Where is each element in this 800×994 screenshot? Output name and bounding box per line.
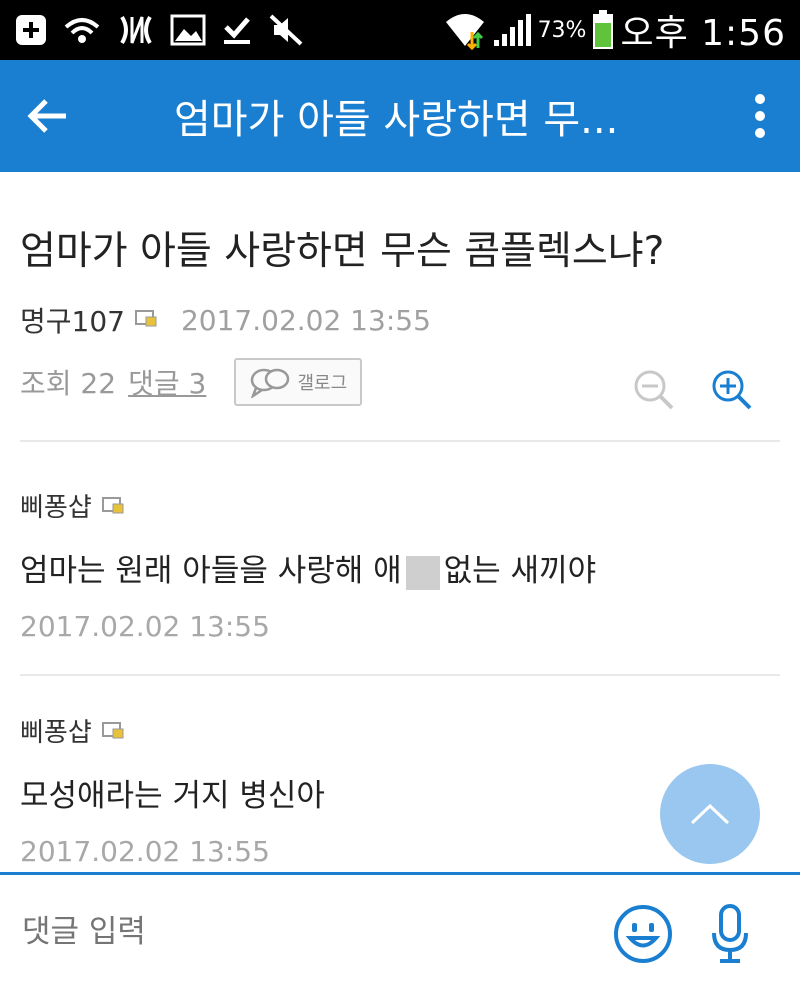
- download-done-icon: [220, 13, 254, 47]
- censored-blur: [405, 555, 440, 590]
- zoom-in-icon: [712, 370, 752, 410]
- comment-date: 2017.02.02 13:55: [20, 835, 270, 868]
- member-badge-icon: [134, 309, 157, 331]
- battery-percent: 73%: [537, 17, 587, 43]
- nfc-icon: [116, 13, 156, 47]
- comment-author[interactable]: 삐퐁샵: [20, 712, 148, 749]
- post-author-row: 명구107 2017.02.02 13:55: [20, 300, 431, 340]
- comment-author[interactable]: 삐퐁샵: [20, 487, 148, 524]
- back-button[interactable]: [0, 60, 96, 172]
- signal-icon: [492, 12, 532, 48]
- comment-author-name: 삐퐁샵: [20, 493, 92, 523]
- comment-text: 모성애라는 거지 병신아: [20, 778, 325, 814]
- member-badge-icon: [101, 491, 124, 521]
- comment-text: 엄마는 원래 아들을 사랑해 애 없는 새끼야: [20, 545, 596, 590]
- arrow-left-icon: [27, 99, 66, 133]
- divider: [20, 440, 780, 442]
- gallog-label: 갤로그: [297, 373, 348, 394]
- more-vert-icon: [755, 94, 765, 138]
- mute-icon: [268, 13, 304, 47]
- zoom-out-button[interactable]: [632, 368, 676, 416]
- page-title: 엄마가 아들 사랑하면 무...: [174, 97, 619, 143]
- zoom-in-button[interactable]: [710, 368, 754, 416]
- post-date: 2017.02.02 13:55: [180, 303, 431, 337]
- comment-text-part: 없는 새끼야: [443, 553, 597, 589]
- status-bar: 73% 오후 1:56: [0, 0, 800, 60]
- comment-input[interactable]: [20, 913, 584, 951]
- microphone-icon: [712, 904, 748, 963]
- voice-input-button[interactable]: [708, 903, 752, 969]
- chat-bubbles-icon: [251, 368, 290, 398]
- member-badge-icon: [101, 716, 124, 746]
- comment-date: 2017.02.02 13:55: [20, 610, 270, 643]
- smiley-icon: [614, 905, 672, 963]
- comment-count-link[interactable]: 댓글 3: [128, 362, 206, 402]
- emoji-button[interactable]: [612, 903, 674, 969]
- battery-icon: [592, 10, 614, 50]
- post-author[interactable]: 명구107: [20, 300, 125, 340]
- wifi-icon: [444, 10, 486, 50]
- overflow-menu-button[interactable]: [720, 60, 800, 172]
- clock: 오후 1:56: [620, 13, 786, 54]
- post-title: 엄마가 아들 사랑하면 무슨 콤플렉스냐?: [20, 229, 665, 274]
- view-count: 조회 22: [20, 367, 117, 400]
- comment-text-part: 엄마는 원래 아들을 사랑해 애: [20, 553, 402, 589]
- comment-input-bar: [0, 872, 800, 994]
- chevron-up-icon: [690, 803, 730, 825]
- app-bar: 엄마가 아들 사랑하면 무...: [0, 60, 800, 172]
- add-icon: [14, 13, 48, 47]
- comment-author-name: 삐퐁샵: [20, 718, 92, 748]
- zoom-out-icon: [634, 370, 674, 410]
- divider: [20, 674, 780, 676]
- gallog-button[interactable]: 갤로그: [234, 358, 363, 406]
- scroll-top-button[interactable]: [660, 764, 760, 864]
- image-icon: [170, 14, 206, 46]
- wifi-hotspot-icon: [62, 13, 102, 47]
